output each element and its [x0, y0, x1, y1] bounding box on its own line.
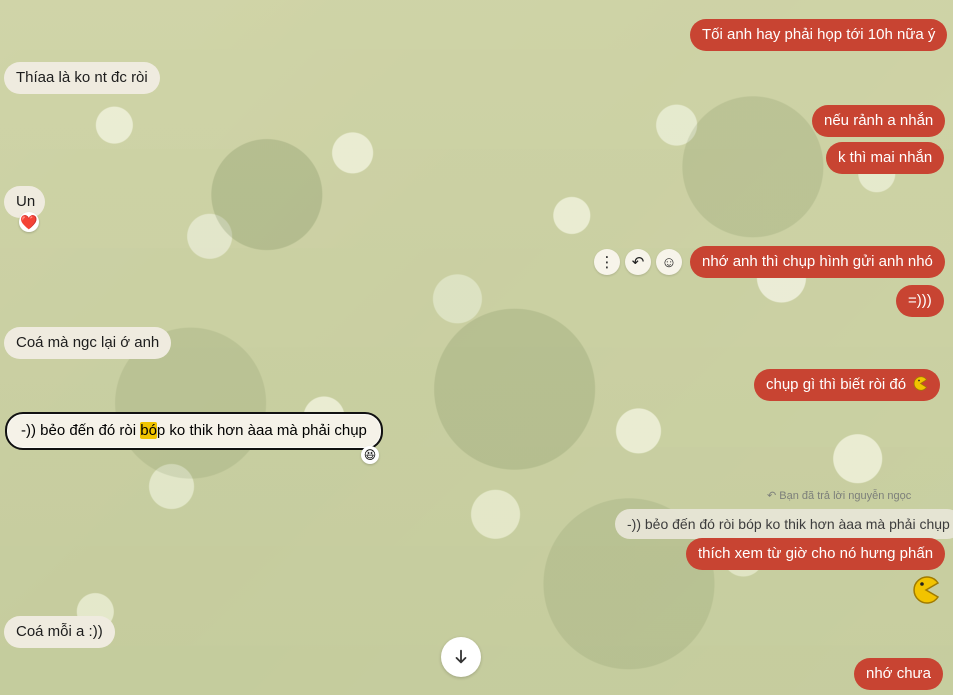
pacman-icon — [913, 376, 928, 391]
arrow-down-icon — [455, 649, 467, 664]
reply-icon[interactable]: ↶ — [625, 249, 651, 275]
message-incoming[interactable]: Coá mỗi a :)) — [4, 616, 115, 648]
message-outgoing[interactable]: k thì mai nhắn — [826, 142, 945, 174]
quoted-message[interactable]: -)) bẻo đến đó ròi bóp ko thik hơn àaa m… — [615, 509, 953, 539]
message-outgoing[interactable]: nếu rảnh a nhắn — [812, 105, 946, 137]
message-outgoing[interactable]: chụp gì thì biết ròi đó — [754, 369, 941, 401]
reply-label: ↶ Bạn đã trả lời nguyễn ngọc — [767, 490, 912, 502]
message-text-part: -)) bẻo đến đó ròi — [21, 422, 141, 439]
message-incoming[interactable]: Coá mà ngc lại ớ anh — [4, 327, 172, 359]
scroll-down-button[interactable] — [441, 637, 481, 677]
message-incoming[interactable]: Thíaa là ko nt đc ròi — [4, 62, 160, 94]
message-outgoing[interactable]: thích xem từ giờ cho nó hưng phấn — [686, 538, 946, 570]
reply-label-text: Bạn đã trả lời nguyễn ngọc — [779, 490, 912, 502]
more-options-icon[interactable]: ⋮ — [594, 249, 620, 275]
message-outgoing[interactable]: =))) — [896, 285, 944, 317]
emoji-icon[interactable]: ☺ — [656, 249, 682, 275]
search-highlight: bó — [140, 422, 157, 439]
laugh-reaction-icon: 😆 — [361, 446, 379, 464]
message-text: chụp gì thì biết ròi đó — [766, 376, 907, 393]
heart-reaction-icon: ❤️ — [19, 212, 39, 232]
message-outgoing[interactable]: Tối anh hay phải họp tới 10h nữa ý — [690, 19, 948, 51]
message-outgoing[interactable]: nhớ chưa — [854, 658, 943, 690]
message-outgoing[interactable]: nhớ anh thì chụp hình gửi anh nhó — [690, 246, 945, 278]
message-text-part: p ko thik hơn àaa mà phải chụp — [156, 422, 367, 439]
message-incoming-selected[interactable]: -)) bẻo đến đó ròi bóp ko thik hơn àaa m… — [5, 412, 383, 450]
pacman-icon — [910, 574, 942, 606]
